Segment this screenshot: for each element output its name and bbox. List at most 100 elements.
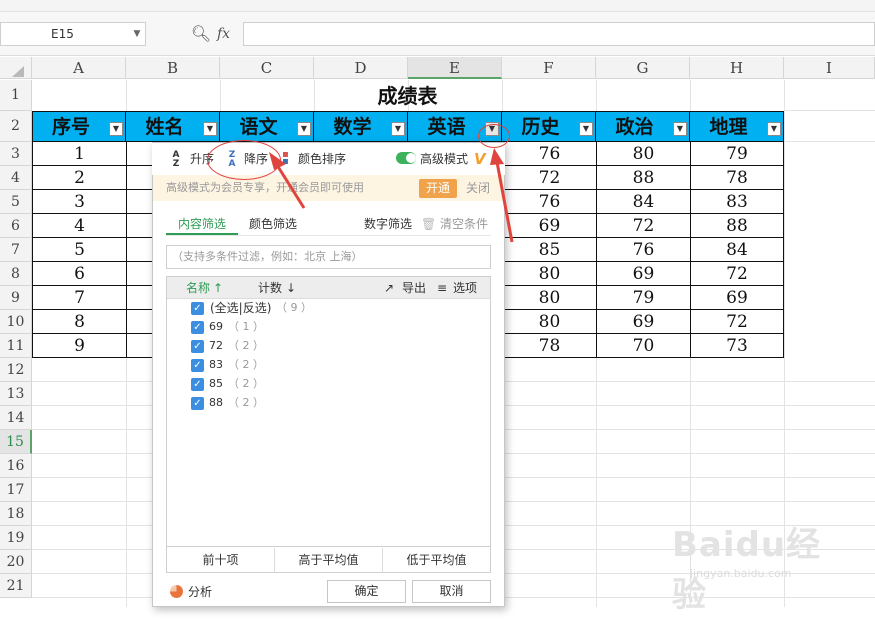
cell-serial[interactable]: 3	[33, 190, 126, 214]
filter-dropdown-icon[interactable]: ▼	[297, 122, 311, 136]
row-header-21[interactable]: 21	[0, 574, 32, 598]
header-cell-history[interactable]: 历史 ▼	[502, 111, 596, 142]
cell-serial[interactable]: 9	[33, 334, 126, 358]
row-header-18[interactable]: 18	[0, 502, 32, 526]
checkbox-checked-icon[interactable]: ✓	[191, 397, 204, 410]
cell-history[interactable]: 80	[503, 310, 596, 334]
cell-politics[interactable]: 72	[597, 214, 690, 238]
cell-politics[interactable]: 70	[597, 334, 690, 358]
column-header-c[interactable]: C	[220, 57, 314, 79]
row-header-13[interactable]: 13	[0, 382, 32, 406]
row-header-3[interactable]: 3	[0, 142, 32, 166]
column-header-e[interactable]: E	[408, 57, 502, 79]
filter-dropdown-icon[interactable]: ▼	[391, 122, 405, 136]
row-header-17[interactable]: 17	[0, 478, 32, 502]
filter-item-value[interactable]: 83	[209, 355, 229, 375]
row-header-2[interactable]: 2	[0, 111, 32, 142]
cell-geography[interactable]: 72	[691, 262, 783, 286]
cell-geography[interactable]: 79	[691, 142, 783, 166]
cell-geography[interactable]: 84	[691, 238, 783, 262]
row-header-7[interactable]: 7	[0, 238, 32, 262]
formula-input[interactable]	[243, 22, 875, 46]
cell-history[interactable]: 80	[503, 286, 596, 310]
cell-serial[interactable]: 4	[33, 214, 126, 238]
cell-history[interactable]: 80	[503, 262, 596, 286]
column-header-h[interactable]: H	[690, 57, 784, 79]
header-cell-politics[interactable]: 政治 ▼	[596, 111, 690, 142]
row-header-12[interactable]: 12	[0, 358, 32, 382]
export-icon[interactable]: ↗	[384, 278, 398, 298]
cell-politics[interactable]: 79	[597, 286, 690, 310]
count-column-header[interactable]: 计数	[258, 278, 286, 298]
row-header-16[interactable]: 16	[0, 454, 32, 478]
row-header-6[interactable]: 6	[0, 214, 32, 238]
row-header-5[interactable]: 5	[0, 190, 32, 214]
chevron-down-icon[interactable]: ▼	[130, 25, 144, 43]
row-header-20[interactable]: 20	[0, 550, 32, 574]
header-cell-chinese[interactable]: 语文 ▼	[220, 111, 314, 142]
sort-ascending-icon[interactable]: AZ	[170, 151, 182, 169]
column-header-b[interactable]: B	[126, 57, 220, 79]
filter-dropdown-icon[interactable]: ▼	[109, 122, 123, 136]
row-header-1[interactable]: 1	[0, 80, 32, 111]
filter-dropdown-icon[interactable]: ▼	[579, 122, 593, 136]
cell-serial[interactable]: 6	[33, 262, 126, 286]
filter-item-value[interactable]: 88	[209, 393, 229, 413]
cell-geography[interactable]: 69	[691, 286, 783, 310]
export-button[interactable]: 导出	[402, 278, 430, 298]
select-all-label[interactable]: (全选|反选)	[210, 298, 276, 318]
row-header-11[interactable]: 11	[0, 334, 32, 358]
analysis-button[interactable]: 分析	[188, 582, 228, 602]
name-column-header[interactable]: 名称	[186, 278, 214, 298]
column-header-a[interactable]: A	[32, 57, 126, 79]
checkbox-checked-icon[interactable]: ✓	[191, 302, 204, 315]
row-header-14[interactable]: 14	[0, 406, 32, 430]
cell-serial[interactable]: 2	[33, 166, 126, 190]
column-header-f[interactable]: F	[502, 57, 596, 79]
tab-content-filter[interactable]: 内容筛选	[178, 214, 238, 234]
above-average-button[interactable]: 高于平均值	[275, 548, 382, 573]
header-cell-name[interactable]: 姓名 ▼	[126, 111, 220, 142]
column-header-d[interactable]: D	[314, 57, 408, 79]
cell-serial[interactable]: 7	[33, 286, 126, 310]
filter-item-value[interactable]: 85	[209, 374, 229, 394]
cell-geography[interactable]: 88	[691, 214, 783, 238]
below-average-button[interactable]: 低于平均值	[383, 548, 490, 573]
cell-politics[interactable]: 84	[597, 190, 690, 214]
checkbox-checked-icon[interactable]: ✓	[191, 340, 204, 353]
filter-dropdown-icon[interactable]: ▼	[673, 122, 687, 136]
cell-politics[interactable]: 88	[597, 166, 690, 190]
column-header-g[interactable]: G	[596, 57, 690, 79]
filter-dropdown-icon[interactable]: ▼	[203, 122, 217, 136]
checkbox-checked-icon[interactable]: ✓	[191, 321, 204, 334]
cell-politics[interactable]: 76	[597, 238, 690, 262]
cell-history[interactable]: 78	[503, 334, 596, 358]
cell-politics[interactable]: 69	[597, 262, 690, 286]
filter-item-value[interactable]: 72	[209, 336, 229, 356]
ok-button[interactable]: 确定	[327, 580, 406, 603]
row-header-9[interactable]: 9	[0, 286, 32, 310]
header-cell-serial[interactable]: 序号 ▼	[32, 111, 126, 142]
cancel-button[interactable]: 取消	[412, 580, 491, 603]
column-header-i[interactable]: I	[784, 57, 875, 79]
cell-geography[interactable]: 72	[691, 310, 783, 334]
cell-serial[interactable]: 5	[33, 238, 126, 262]
checkbox-checked-icon[interactable]: ✓	[191, 378, 204, 391]
cell-serial[interactable]: 8	[33, 310, 126, 334]
header-cell-math[interactable]: 数学 ▼	[314, 111, 408, 142]
checkbox-checked-icon[interactable]: ✓	[191, 359, 204, 372]
options-icon[interactable]: ≡	[437, 278, 451, 298]
filter-item-value[interactable]: 69	[209, 317, 229, 337]
options-button[interactable]: 选项	[453, 278, 481, 298]
zoom-icon[interactable]: 🔍︎	[190, 22, 212, 46]
row-header-4[interactable]: 4	[0, 166, 32, 190]
top-ten-button[interactable]: 前十项	[167, 548, 274, 573]
cell-serial[interactable]: 1	[33, 142, 126, 166]
header-cell-geography[interactable]: 地理 ▼	[690, 111, 784, 142]
name-box[interactable]: E15	[0, 22, 146, 46]
row-header-10[interactable]: 10	[0, 310, 32, 334]
cell-politics[interactable]: 69	[597, 310, 690, 334]
cell-geography[interactable]: 73	[691, 334, 783, 358]
pie-chart-icon[interactable]	[170, 585, 183, 598]
cell-politics[interactable]: 80	[597, 142, 690, 166]
